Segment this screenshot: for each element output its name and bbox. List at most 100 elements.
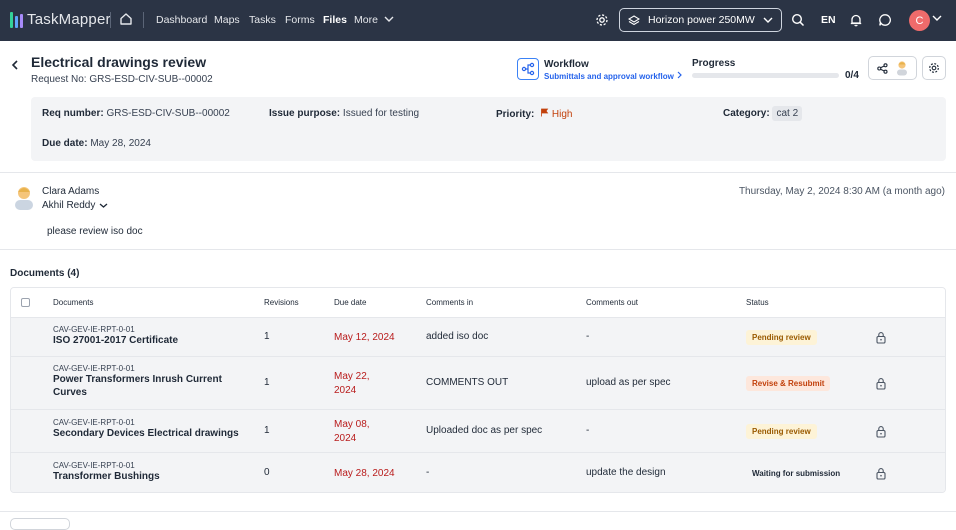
table-row[interactable]: CAV-GEV-IE-RPT-0-01 Secondary Devices El… (11, 410, 945, 453)
document-code: CAV-GEV-IE-RPT-0-01 (53, 461, 135, 470)
chevron-down-icon (99, 203, 108, 208)
request-details: Req number: GRS-ESD-CIV-SUB--00002 Issue… (31, 97, 946, 161)
divider (0, 172, 956, 173)
comments-out-cell: - (586, 331, 590, 342)
nav-maps[interactable]: Maps (214, 14, 240, 26)
document-name: Power Transformers Inrush Current Curves (53, 374, 222, 398)
priority-label: Priority: (496, 109, 535, 120)
logo[interactable]: TaskMapper (10, 11, 111, 28)
document-cell[interactable]: CAV-GEV-IE-RPT-0-01 ISO 27001-2017 Certi… (53, 325, 253, 347)
share-icon (876, 62, 888, 74)
select-all-checkbox[interactable] (21, 298, 30, 307)
lock-icon[interactable] (875, 331, 887, 347)
top-navigation-bar: TaskMapper Dashboard Maps Tasks Forms Fi… (0, 0, 956, 41)
column-header: Documents (53, 298, 94, 307)
comments-out-cell: - (586, 425, 590, 436)
progress-label: Progress (692, 58, 736, 69)
progress-bar (692, 73, 839, 78)
workflow-link-label: Submittals and approval workflow (544, 72, 674, 81)
due-date-cell: May 28, 2024 (334, 468, 395, 479)
author-avatar (12, 184, 36, 213)
comments-in-cell: added iso doc (426, 331, 489, 342)
issue-purpose-field: Issue purpose: Issued for testing (269, 108, 419, 119)
documents-title: Documents (4) (10, 268, 80, 279)
footer-button[interactable] (10, 518, 70, 530)
category-label: Category: (723, 108, 770, 119)
request-number: Request No: GRS-ESD-CIV-SUB--00002 (31, 74, 213, 85)
nav-tasks[interactable]: Tasks (249, 14, 276, 26)
category-field: Category: cat 2 (723, 106, 803, 121)
documents-table: Documents Revisions Due date Comments in… (10, 287, 946, 493)
lock-icon[interactable] (875, 377, 887, 393)
document-cell[interactable]: CAV-GEV-IE-RPT-0-01 Transformer Bushings (53, 461, 253, 483)
chat-icon[interactable] (878, 13, 892, 30)
comment-assignee[interactable]: Akhil Reddy (42, 200, 108, 211)
comments-in-cell: COMMENTS OUT (426, 377, 509, 388)
table-row[interactable]: CAV-GEV-IE-RPT-0-01 ISO 27001-2017 Certi… (11, 318, 945, 357)
comments-out-cell: upload as per spec (586, 377, 671, 388)
lock-icon[interactable] (875, 425, 887, 441)
document-code: CAV-GEV-IE-RPT-0-01 (53, 418, 135, 427)
workflow-icon (521, 62, 535, 76)
req-number-field: Req number: GRS-ESD-CIV-SUB--00002 (42, 108, 230, 119)
table-header: Documents Revisions Due date Comments in… (11, 288, 945, 318)
document-name: Secondary Devices Electrical drawings (53, 428, 239, 439)
workflow-button[interactable] (517, 58, 539, 80)
chevron-down-icon[interactable] (932, 14, 942, 25)
flag-icon (541, 108, 549, 117)
nav-dashboard[interactable]: Dashboard (156, 14, 207, 26)
bell-icon[interactable] (849, 13, 863, 30)
document-code: CAV-GEV-IE-RPT-0-01 (53, 364, 135, 373)
document-cell[interactable]: CAV-GEV-IE-RPT-0-01 Secondary Devices El… (53, 418, 253, 440)
req-number-label: Req number: (42, 108, 104, 119)
status-badge: Pending review (746, 330, 817, 345)
chevron-down-icon (384, 16, 394, 22)
comments-in-cell: Uploaded doc as per spec (426, 425, 543, 436)
user-avatar[interactable]: C (909, 10, 930, 31)
progress-count: 0/4 (845, 70, 859, 81)
chevron-right-icon (677, 71, 682, 79)
project-selector[interactable]: Horizon power 250MW (619, 8, 782, 32)
nav-more[interactable]: More (354, 14, 394, 26)
column-header: Comments in (426, 298, 474, 307)
nav-files[interactable]: Files (323, 14, 347, 26)
table-row[interactable]: CAV-GEV-IE-RPT-0-01 Transformer Bushings… (11, 453, 945, 492)
status-badge: Pending review (746, 424, 817, 439)
divider (110, 12, 111, 28)
revisions-cell: 1 (264, 425, 270, 436)
issue-purpose-label: Issue purpose: (269, 108, 341, 119)
due-date-cell: May 12, 2024 (334, 332, 395, 343)
back-arrow-icon[interactable] (10, 59, 20, 74)
share-button[interactable] (868, 56, 917, 80)
status-badge: Waiting for submission (752, 469, 841, 478)
language-selector[interactable]: EN (821, 14, 836, 26)
issue-purpose-value: Issued for testing (342, 108, 420, 119)
due-date-cell: May 08, 2024 (334, 419, 370, 444)
column-header: Due date (334, 298, 367, 307)
divider (143, 12, 144, 28)
workflow-link[interactable]: Submittals and approval workflow (544, 71, 683, 81)
document-name: Transformer Bushings (53, 471, 160, 482)
user-avatar-icon (896, 61, 907, 76)
home-icon[interactable] (119, 12, 133, 29)
comments-in-cell: - (426, 467, 430, 478)
settings-button[interactable] (922, 56, 946, 80)
table-row[interactable]: CAV-GEV-IE-RPT-0-01 Power Transformers I… (11, 357, 945, 410)
column-header: Status (746, 298, 769, 307)
column-header: Comments out (586, 298, 639, 307)
comments-out-cell: update the design (586, 467, 666, 478)
req-number-value: GRS-ESD-CIV-SUB--00002 (106, 108, 230, 119)
comment-author: Clara Adams (42, 186, 100, 197)
document-cell[interactable]: CAV-GEV-IE-RPT-0-01 Power Transformers I… (53, 364, 253, 399)
assignee-name: Akhil Reddy (42, 200, 96, 211)
search-icon[interactable] (791, 13, 805, 30)
lock-icon[interactable] (875, 467, 887, 483)
priority-value: High (551, 109, 573, 120)
divider (0, 249, 956, 250)
document-name: ISO 27001-2017 Certificate (53, 335, 179, 346)
gear-icon (929, 63, 939, 73)
comment-body: please review iso doc (47, 226, 143, 237)
gear-icon[interactable] (595, 13, 609, 30)
nav-forms[interactable]: Forms (285, 14, 315, 26)
due-date-cell: May 22, 2024 (334, 371, 370, 396)
